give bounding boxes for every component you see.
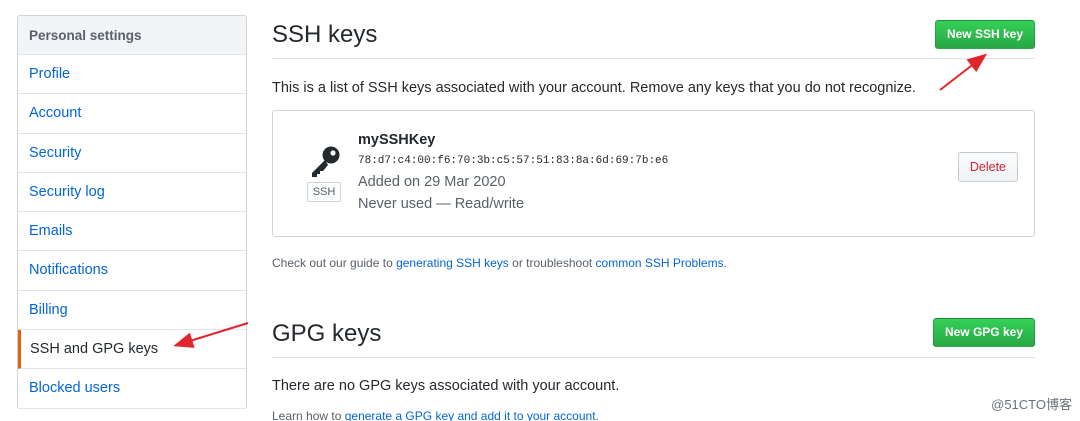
generate-gpg-key-link[interactable]: generate a GPG key and add it to your ac… xyxy=(345,409,596,421)
key-icon xyxy=(312,146,340,177)
ssh-keys-title: SSH keys xyxy=(272,21,378,48)
ssh-guide-text: Check out our guide to generating SSH ke… xyxy=(272,256,727,270)
learn-suffix: . xyxy=(595,409,599,421)
sidebar-item-security[interactable]: Security xyxy=(18,134,246,173)
sidebar-header: Personal settings xyxy=(18,16,246,55)
ssh-key-name: mySSHKey xyxy=(358,132,436,148)
new-gpg-key-button[interactable]: New GPG key xyxy=(932,318,1035,347)
settings-sidebar: Personal settings Profile Account Securi… xyxy=(17,15,247,409)
watermark: @51CTO博客 xyxy=(991,397,1072,412)
sidebar-item-security-log[interactable]: Security log xyxy=(18,173,246,213)
sidebar-item-account[interactable]: Account xyxy=(18,94,246,134)
ssh-badge: SSH xyxy=(307,182,341,202)
guide-suffix: . xyxy=(723,256,727,270)
guide-middle: or troubleshoot xyxy=(508,256,596,270)
guide-prefix: Check out our guide to xyxy=(272,256,397,270)
generating-ssh-keys-link[interactable]: generating SSH keys xyxy=(396,256,509,270)
ssh-keys-header: SSH keys New SSH key xyxy=(272,15,1035,59)
gpg-learn-text: Learn how to generate a GPG key and add … xyxy=(272,409,599,421)
sidebar-item-emails[interactable]: Emails xyxy=(18,212,246,252)
arrow-to-new-ssh-key xyxy=(939,53,988,91)
common-ssh-problems-link[interactable]: common SSH Problems xyxy=(596,256,724,270)
gpg-keys-title: GPG keys xyxy=(272,320,382,347)
no-gpg-keys-text: There are no GPG keys associated with yo… xyxy=(272,378,620,394)
gpg-keys-header: GPG keys New GPG key xyxy=(272,314,1035,358)
learn-prefix: Learn how to xyxy=(272,409,345,421)
sidebar-item-billing[interactable]: Billing xyxy=(18,291,246,331)
ssh-key-added-date: Added on 29 Mar 2020 xyxy=(358,174,506,190)
ssh-key-usage: Never used — Read/write xyxy=(358,196,525,212)
ssh-key-item: SSH mySSHKey 78:d7:c4:00:f6:70:3b:c5:57:… xyxy=(272,110,1035,237)
sidebar-item-profile[interactable]: Profile xyxy=(18,55,246,95)
ssh-key-fingerprint: 78:d7:c4:00:f6:70:3b:c5:57:51:83:8a:6d:6… xyxy=(358,155,669,167)
sidebar-item-ssh-gpg-keys[interactable]: SSH and GPG keys xyxy=(18,330,246,370)
delete-ssh-key-button[interactable]: Delete xyxy=(957,152,1018,182)
sidebar-item-blocked-users[interactable]: Blocked users xyxy=(18,369,246,409)
ssh-keys-intro: This is a list of SSH keys associated wi… xyxy=(272,80,916,96)
sidebar-item-notifications[interactable]: Notifications xyxy=(18,251,246,291)
new-ssh-key-button[interactable]: New SSH key xyxy=(934,20,1035,49)
